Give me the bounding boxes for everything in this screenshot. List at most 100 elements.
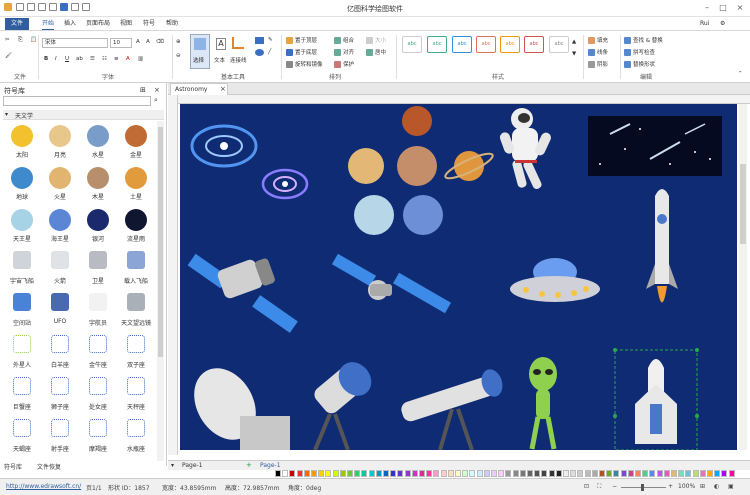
fill-button[interactable]: 填充 xyxy=(588,36,608,44)
color-swatch[interactable] xyxy=(303,470,310,477)
color-swatch[interactable] xyxy=(469,470,476,477)
size-button[interactable]: 大小 xyxy=(366,36,386,44)
maximize-button[interactable]: □ xyxy=(716,3,730,13)
uranus-planet-shape[interactable] xyxy=(354,195,394,235)
add-page-icon[interactable]: + xyxy=(246,461,252,469)
page-tab[interactable]: Page-1 xyxy=(260,462,281,469)
color-swatch[interactable] xyxy=(685,470,692,477)
color-swatch[interactable] xyxy=(447,470,454,477)
bold-icon[interactable]: B xyxy=(44,56,48,62)
color-swatch[interactable] xyxy=(426,470,433,477)
style-preset-4[interactable]: abc xyxy=(476,36,496,53)
scrollbar-thumb[interactable] xyxy=(158,127,163,357)
symbol-search-input[interactable] xyxy=(3,96,151,106)
category-header[interactable]: ▾ 天文学 xyxy=(3,110,164,120)
symbol-25[interactable]: 巨蟹座 xyxy=(3,375,41,415)
style-preset-2[interactable]: abc xyxy=(427,36,447,53)
telescope-small-shape[interactable] xyxy=(399,367,506,450)
symbol-17[interactable]: 空间站 xyxy=(3,291,41,331)
tab-symbol-library[interactable]: 符号库 xyxy=(4,462,22,471)
fit-page-icon[interactable]: ⊡ xyxy=(584,483,589,490)
symbol-13[interactable]: 宇宙飞船 xyxy=(3,249,41,289)
user-name[interactable]: Rui xyxy=(700,19,709,29)
bullets-icon[interactable]: ☰ xyxy=(90,56,95,62)
symbol-31[interactable]: 摩羯座 xyxy=(79,417,117,457)
symbol-10[interactable]: 海王星 xyxy=(41,207,79,247)
color-swatch[interactable] xyxy=(699,470,706,477)
symbol-15[interactable]: 卫星 xyxy=(79,249,117,289)
color-swatch[interactable] xyxy=(397,470,404,477)
symbol-12[interactable]: 流星雨 xyxy=(117,207,155,247)
line-button[interactable]: 线条 xyxy=(588,48,608,56)
color-swatch[interactable] xyxy=(289,470,296,477)
font-size-select[interactable]: 10 xyxy=(110,38,132,48)
font-grow-icon[interactable]: A xyxy=(136,39,140,45)
symbol-28[interactable]: 天秤座 xyxy=(117,375,155,415)
drawing-page[interactable] xyxy=(180,104,737,450)
center-button[interactable]: 居中 xyxy=(366,48,386,56)
color-swatch[interactable] xyxy=(527,470,533,477)
replace-shape-button[interactable]: 替换形状 xyxy=(624,60,655,68)
color-swatch[interactable] xyxy=(311,470,317,477)
underline-icon[interactable]: U xyxy=(65,56,69,62)
symbol-16[interactable]: 载入飞船 xyxy=(117,249,155,289)
format-painter-icon[interactable]: 🖌 xyxy=(5,53,12,59)
close-panel-icon[interactable]: × xyxy=(154,86,160,94)
color-swatch[interactable] xyxy=(591,470,598,477)
venus-planet-shape[interactable] xyxy=(348,148,384,184)
symbol-26[interactable]: 狮子座 xyxy=(41,375,79,415)
settings-icon[interactable]: ⚙ xyxy=(720,19,725,29)
numbering-icon[interactable]: ☷ xyxy=(102,56,107,62)
symbol-2[interactable]: 月亮 xyxy=(41,123,79,163)
color-swatch[interactable] xyxy=(404,470,411,477)
color-swatch[interactable] xyxy=(663,470,670,477)
font-name-select[interactable]: 宋体 xyxy=(42,38,108,48)
color-swatch[interactable] xyxy=(555,470,562,477)
color-swatch[interactable] xyxy=(332,470,339,477)
text-tool-label[interactable]: 文本 xyxy=(214,56,225,64)
document-tab[interactable]: Astronomy × xyxy=(170,83,228,95)
zoom-slider-thumb[interactable] xyxy=(641,484,644,491)
sidebar-scrollbar[interactable] xyxy=(157,121,164,461)
menu-file[interactable]: 文件 xyxy=(5,18,30,30)
strikethrough-icon[interactable]: ab xyxy=(76,56,83,62)
clear-format-icon[interactable]: ⌫ xyxy=(156,39,164,45)
symbol-27[interactable]: 处女座 xyxy=(79,375,117,415)
color-swatch[interactable] xyxy=(563,470,569,477)
shadow-button[interactable]: 阴影 xyxy=(588,60,608,68)
color-swatch[interactable] xyxy=(519,470,526,477)
bring-front-button[interactable]: 置于顶层 xyxy=(286,36,317,44)
color-swatch[interactable] xyxy=(275,470,281,477)
color-swatch[interactable] xyxy=(318,470,325,477)
color-swatch[interactable] xyxy=(296,470,303,477)
astronaut-shape[interactable] xyxy=(499,108,553,190)
close-tab-icon[interactable]: × xyxy=(220,85,226,93)
color-swatch[interactable] xyxy=(577,470,584,477)
symbol-23[interactable]: 金牛座 xyxy=(79,333,117,373)
menu-home[interactable]: 开始 xyxy=(42,19,55,30)
symbol-7[interactable]: 木星 xyxy=(79,165,117,205)
color-swatch[interactable] xyxy=(627,470,634,477)
color-swatch[interactable] xyxy=(498,470,505,477)
color-swatch[interactable] xyxy=(606,470,613,477)
align-button[interactable]: 对齐 xyxy=(334,48,354,56)
ellipse-shape-icon[interactable] xyxy=(255,49,264,56)
protect-button[interactable]: 保护 xyxy=(334,60,354,68)
collapse-ribbon-icon[interactable]: ⌃ xyxy=(738,71,743,77)
color-swatch[interactable] xyxy=(505,470,512,477)
saturn-planet-shape[interactable] xyxy=(443,150,495,183)
zoom-out-icon[interactable]: ⊖ xyxy=(176,53,181,59)
color-swatch[interactable] xyxy=(728,470,735,477)
color-swatch[interactable] xyxy=(692,470,699,477)
full-screen-icon[interactable]: ⛶ xyxy=(597,483,601,491)
copy-icon[interactable]: ⎘ xyxy=(18,37,22,44)
symbol-18[interactable]: UFO xyxy=(41,291,79,331)
color-swatch[interactable] xyxy=(282,470,289,477)
color-swatch[interactable] xyxy=(440,470,447,477)
space-station-shape[interactable] xyxy=(331,253,451,314)
page-selector[interactable]: Page-1 xyxy=(182,462,203,469)
color-swatch[interactable] xyxy=(671,470,677,477)
italic-icon[interactable]: I xyxy=(55,56,57,62)
pen-tool-icon[interactable]: ✎ xyxy=(268,37,273,43)
style-preset-1[interactable]: abc xyxy=(402,36,422,53)
